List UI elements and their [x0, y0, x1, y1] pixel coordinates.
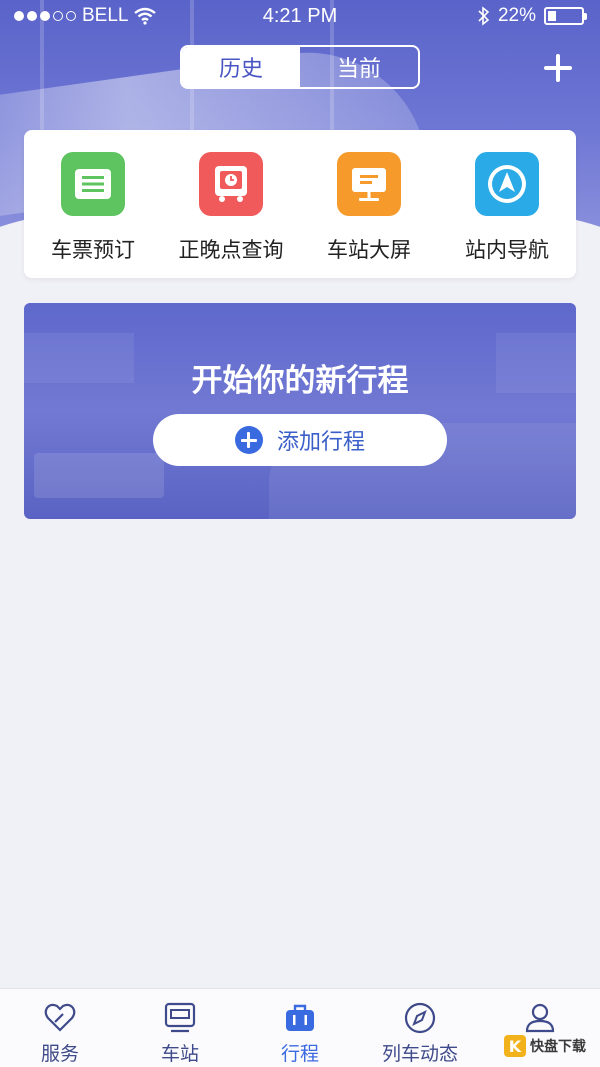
tab-trip-label: 行程 — [280, 1043, 319, 1065]
station-screen-button[interactable]: 车站大屏 — [300, 130, 438, 278]
history-current-segment: 历史 当前 — [180, 45, 420, 89]
watermark-letter: K — [504, 1035, 526, 1057]
tab-trip[interactable]: 行程 — [240, 989, 360, 1067]
quick-services-card: 车票预订 正晚点查询 车站大屏 站内导航 — [24, 130, 576, 278]
heart-icon — [44, 1003, 76, 1032]
watermark-text: 快盘下载 — [530, 1039, 586, 1055]
ticket-icon — [61, 152, 125, 216]
tab-train-status-label: 列车动态 — [381, 1043, 458, 1065]
plus-circle-icon — [234, 426, 263, 454]
station-navigation-label: 站内导航 — [465, 238, 549, 262]
battery-icon — [544, 7, 587, 25]
bluetooth-icon — [478, 6, 490, 26]
station-screen-icon — [164, 1002, 196, 1033]
status-bar: BELL 4:21 PM 22% — [0, 0, 600, 32]
tab-station[interactable]: 车站 — [120, 989, 240, 1067]
battery-percent: 22% — [497, 5, 536, 26]
clock-board-icon — [199, 152, 263, 216]
new-trip-banner: 开始你的新行程 添加行程 — [24, 303, 576, 519]
monitor-icon — [337, 152, 401, 216]
segment-history[interactable]: 历史 — [182, 47, 300, 87]
user-icon — [525, 1003, 555, 1033]
segment-current[interactable]: 当前 — [300, 47, 418, 87]
ticket-booking-label: 车票预订 — [51, 238, 135, 262]
ticket-booking-button[interactable]: 车票预订 — [24, 130, 162, 278]
add-trip-label: 添加行程 — [276, 430, 365, 455]
tab-train-status[interactable]: 列车动态 — [360, 989, 480, 1067]
compass-icon — [404, 1002, 436, 1034]
delay-query-label: 正晚点查询 — [178, 238, 284, 262]
plus-icon[interactable] — [540, 50, 576, 86]
tab-service-label: 服务 — [40, 1043, 79, 1065]
navigation-icon — [475, 152, 539, 216]
add-trip-button[interactable]: 添加行程 — [153, 414, 447, 466]
new-trip-title: 开始你的新行程 — [191, 363, 409, 399]
tab-station-label: 车站 — [160, 1043, 199, 1065]
delay-query-button[interactable]: 正晚点查询 — [162, 130, 300, 278]
station-navigation-button[interactable]: 站内导航 — [438, 130, 576, 278]
station-screen-label: 车站大屏 — [327, 238, 411, 262]
tab-service[interactable]: 服务 — [0, 989, 120, 1067]
briefcase-icon — [286, 1004, 314, 1031]
watermark-logo: K 快盘下载 — [504, 1031, 596, 1061]
